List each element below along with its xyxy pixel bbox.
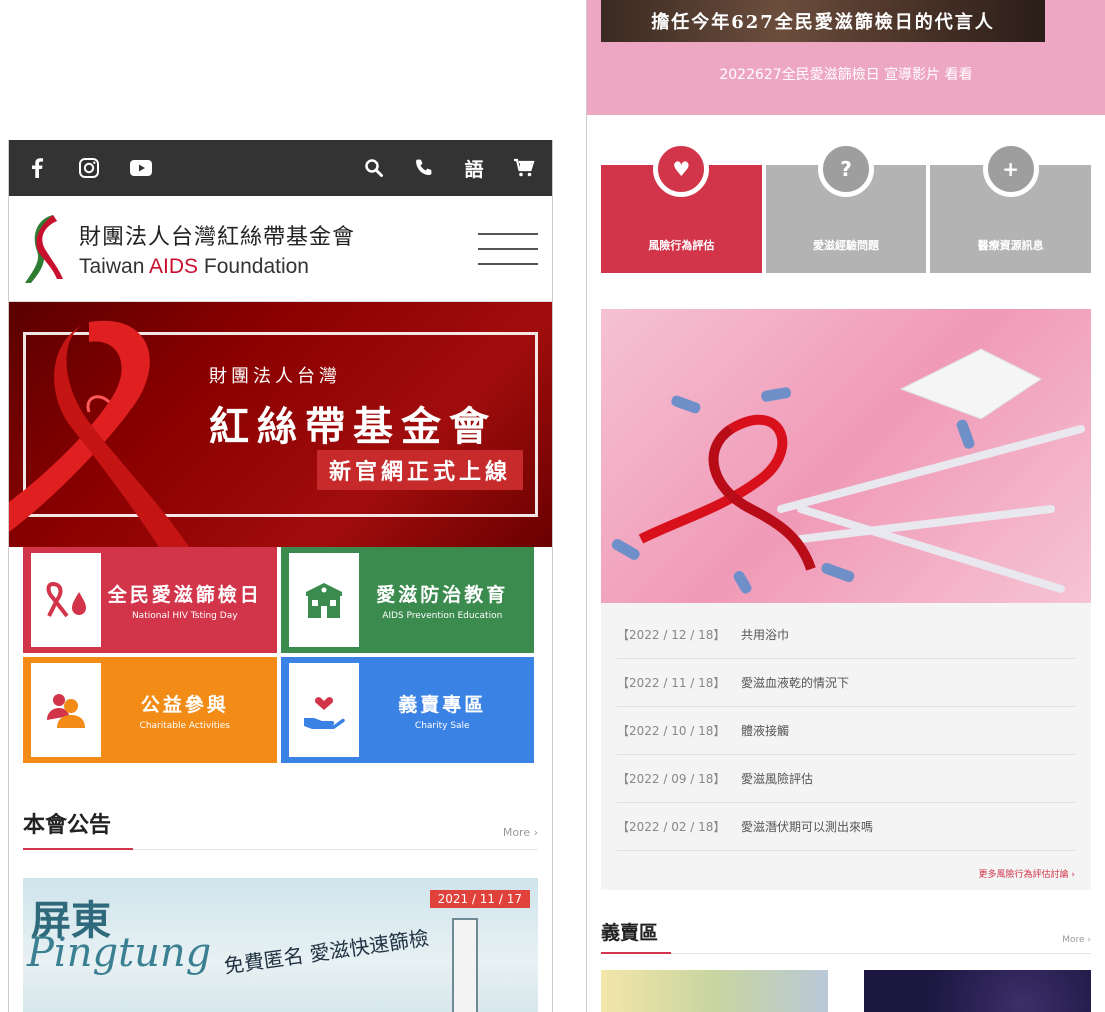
school-building-icon <box>288 553 359 647</box>
foundation-name-en-suffix: Foundation <box>198 254 309 278</box>
tile-label-en: AIDS Prevention Education <box>382 610 503 621</box>
question-icon: ? <box>818 141 874 197</box>
notice-section-header: 本會公告 More › <box>23 807 538 850</box>
youtube-icon[interactable] <box>129 156 153 180</box>
list-item-date: 【2022 / 02 / 18】 <box>617 820 726 834</box>
heart-icon: ♥ <box>653 141 710 197</box>
hero-banner[interactable]: 財團法人台灣 紅絲帶基金會 新官網正式上線 <box>9 302 552 547</box>
list-item-date: 【2022 / 12 / 18】 <box>617 628 726 642</box>
tile-prevention-education[interactable]: 愛滋防治教育 AIDS Prevention Education <box>280 547 538 657</box>
red-ribbon-logo-icon[interactable] <box>23 213 65 285</box>
risk-more-link[interactable]: 更多風險行為評估討論 › <box>617 851 1075 880</box>
tile-charitable-activities[interactable]: 公益參與 Charitable Activities <box>23 657 281 767</box>
sale-product-thumbnail[interactable] <box>601 970 828 1012</box>
tab-label: 醫療資源訊息 <box>977 239 1044 252</box>
ribbon-syringe-photo <box>601 309 1091 603</box>
video-thumbnail[interactable]: 擔任今年627全民愛滋篩檢日的代言人 <box>601 0 1045 42</box>
foundation-name-en: Taiwan AIDS Foundation <box>79 255 355 279</box>
sale-section-header: 義賣區 More › <box>601 918 1091 954</box>
tile-label-zh: 公益參與 <box>140 693 229 716</box>
lighthouse-icon <box>452 918 478 1012</box>
foundation-name[interactable]: 財團法人台灣紅絲帶基金會 Taiwan AIDS Foundation <box>79 219 355 279</box>
list-item-title: 共用浴巾 <box>741 628 790 642</box>
banner-subtitle: 財團法人台灣 <box>209 366 341 387</box>
list-item[interactable]: 【2022 / 10 / 18】 體液接觸 <box>617 707 1075 755</box>
sale-product-thumbnail[interactable] <box>864 970 1091 1012</box>
people-group-icon <box>31 663 101 757</box>
list-item[interactable]: 【2022 / 11 / 18】 愛滋血液乾的情況下 <box>617 659 1075 707</box>
risk-tabs: ♥ 風險行為評估 ? 愛滋經驗問題 + 醫療資源訊息 <box>601 141 1092 273</box>
list-item[interactable]: 【2022 / 12 / 18】 共用浴巾 <box>617 611 1075 659</box>
site-header: 財團法人台灣紅絲帶基金會 Taiwan AIDS Foundation <box>9 196 552 302</box>
cart-icon[interactable] <box>512 156 536 180</box>
notice-image-heading-en: Pingtung <box>27 930 212 976</box>
list-item[interactable]: 【2022 / 02 / 18】 愛滋潛伏期可以測出來嗎 <box>617 803 1075 851</box>
notice-image-caption: 免費匿名 愛滋快速篩檢 <box>222 925 431 979</box>
video-title: 擔任今年627全民愛滋篩檢日的代言人 <box>651 12 995 33</box>
notice-featured-image[interactable]: 屏東 Pingtung 免費匿名 愛滋快速篩檢 2021 / 11 / 17 <box>23 878 538 1012</box>
notice-title: 本會公告 <box>23 807 111 839</box>
tab-label: 風險行為評估 <box>648 239 715 252</box>
list-item-date: 【2022 / 10 / 18】 <box>617 724 726 738</box>
risk-article-list: 【2022 / 12 / 18】 共用浴巾 【2022 / 11 / 18】 愛… <box>601 603 1091 890</box>
list-item-date: 【2022 / 09 / 18】 <box>617 772 726 786</box>
tile-hiv-testing-day[interactable]: 全民愛滋篩檢日 National HIV Tsting Day <box>23 547 281 657</box>
right-phone-screen: 擔任今年627全民愛滋篩檢日的代言人 2022627全民愛滋篩檢日 宣導影片 看… <box>586 0 1105 1012</box>
tile-charity-sale[interactable]: 義賣專區 Charity Sale <box>280 657 538 767</box>
facebook-icon[interactable] <box>25 156 49 180</box>
search-icon[interactable] <box>362 156 386 180</box>
tab-risk-assessment[interactable]: ♥ 風險行為評估 <box>601 141 762 273</box>
notice-more-link[interactable]: More › <box>503 826 538 839</box>
left-phone-screen: 語 財團法人台灣紅絲帶基金會 Taiwan AIDS Foundation 財團… <box>8 140 553 1012</box>
tab-aids-questions[interactable]: ? 愛滋經驗問題 <box>765 141 927 273</box>
sale-title: 義賣區 <box>601 918 658 945</box>
sale-more-link[interactable]: More › <box>1062 935 1091 945</box>
top-social-bar: 語 <box>9 140 552 196</box>
quick-link-grid: 全民愛滋篩檢日 National HIV Tsting Day 愛滋防治教育 A… <box>23 547 538 767</box>
tile-label-zh: 全民愛滋篩檢日 <box>107 583 262 606</box>
video-promo-section: 擔任今年627全民愛滋篩檢日的代言人 2022627全民愛滋篩檢日 宣導影片 看… <box>587 0 1105 115</box>
sale-thumbnails <box>601 970 1091 1012</box>
video-caption[interactable]: 2022627全民愛滋篩檢日 宣導影片 看看 <box>587 64 1105 84</box>
list-item-title: 體液接觸 <box>741 724 790 738</box>
tile-label-zh: 義賣專區 <box>398 693 487 716</box>
banner-badge: 新官網正式上線 <box>317 450 524 490</box>
plus-icon: + <box>982 141 1039 197</box>
list-item-title: 愛滋潛伏期可以測出來嗎 <box>741 820 874 834</box>
foundation-name-zh: 財團法人台灣紅絲帶基金會 <box>79 224 356 250</box>
tile-label-zh: 愛滋防治教育 <box>376 583 509 606</box>
notice-date-badge: 2021 / 11 / 17 <box>429 890 530 908</box>
list-item[interactable]: 【2022 / 09 / 18】 愛滋風險評估 <box>617 755 1075 803</box>
phone-icon[interactable] <box>412 156 436 180</box>
list-item-title: 愛滋血液乾的情況下 <box>741 676 850 690</box>
tile-label-en: Charitable Activities <box>139 720 230 731</box>
tab-medical-resources[interactable]: + 醫療資源訊息 <box>930 141 1092 273</box>
list-item-title: 愛滋風險評估 <box>741 772 814 786</box>
ribbon-blood-drop-icon <box>31 553 101 647</box>
foundation-name-en-aids: AIDS <box>149 254 199 278</box>
heart-in-hand-icon <box>288 663 359 757</box>
list-item-date: 【2022 / 11 / 18】 <box>617 676 726 690</box>
menu-hamburger-icon[interactable] <box>478 227 538 271</box>
tab-label: 愛滋經驗問題 <box>813 239 879 252</box>
language-icon[interactable]: 語 <box>462 156 486 181</box>
banner-title: 紅絲帶基金會 <box>209 404 497 450</box>
tile-label-en: Charity Sale <box>414 720 470 731</box>
foundation-name-en-prefix: Taiwan <box>79 254 150 278</box>
instagram-icon[interactable] <box>77 156 101 180</box>
tile-label-en: National HIV Tsting Day <box>131 610 238 621</box>
